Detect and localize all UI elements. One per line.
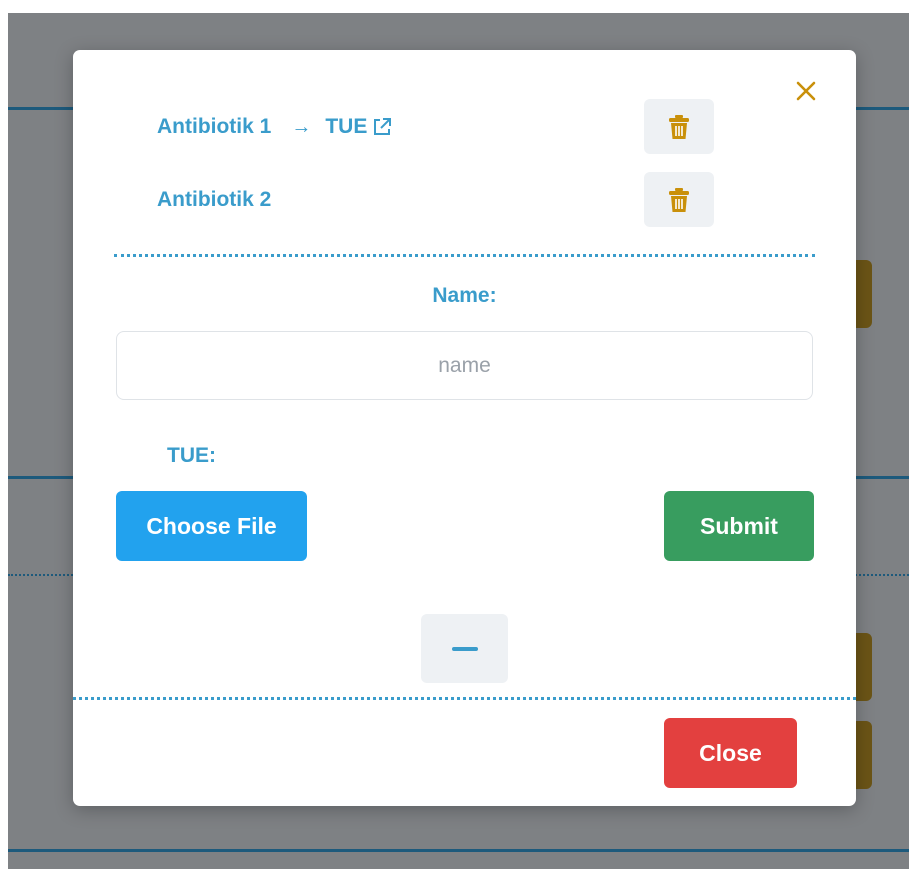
antibiotic-modal: Antibiotik 1 → TUE Antibiotik 2 Name: na…: [73, 50, 856, 806]
tue-label: TUE:: [167, 444, 216, 467]
arrow-icon: →: [291, 115, 312, 138]
antibiotic-item: Antibiotik 1 → TUE: [157, 112, 393, 142]
choose-file-button[interactable]: Choose File: [116, 491, 307, 561]
tue-link[interactable]: TUE: [325, 115, 367, 139]
name-label: Name:: [432, 284, 497, 307]
antibiotic-name-link[interactable]: Antibiotik 2: [157, 188, 271, 212]
footer-separator: [73, 697, 856, 700]
delete-item-button[interactable]: [644, 99, 714, 154]
backdrop-button: [854, 721, 872, 789]
name-input[interactable]: [116, 331, 813, 400]
antibiotic-name-link[interactable]: Antibiotik 1: [157, 115, 271, 139]
backdrop-button: [854, 633, 872, 701]
antibiotic-item: Antibiotik 2: [157, 185, 271, 215]
trash-icon: [669, 187, 689, 212]
trash-icon: [669, 114, 689, 139]
close-button[interactable]: Close: [664, 718, 797, 788]
close-x-icon[interactable]: [791, 76, 821, 106]
delete-item-button[interactable]: [644, 172, 714, 227]
dotted-separator: [114, 254, 815, 257]
collapse-form-button[interactable]: [421, 614, 508, 683]
submit-button[interactable]: Submit: [664, 491, 814, 561]
backdrop-button: [854, 260, 872, 328]
external-link-icon[interactable]: [371, 116, 393, 138]
backdrop-divider: [8, 849, 909, 852]
minus-icon: [451, 646, 478, 651]
